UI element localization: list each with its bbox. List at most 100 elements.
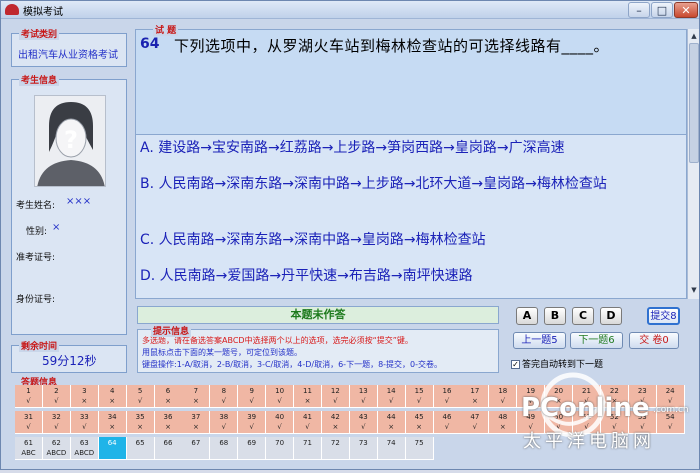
question-scrollbar[interactable]: ▲ ▼ [687,29,699,299]
minimize-button[interactable]: – [628,2,650,18]
question-cell[interactable]: 70 [266,437,295,460]
exam-window: 模拟考试 – □ ✕ 出租汽车从业资格考试 考试类别 ? 考生姓名: ××× 性… [0,0,700,470]
question-cell[interactable]: 10 √ [266,385,295,408]
question-cell[interactable]: 35 × [126,411,155,434]
question-cell[interactable]: 43 √ [349,411,378,434]
question-cell[interactable]: 31 √ [15,411,43,434]
question-cell[interactable]: 6 × [154,385,183,408]
question-cell-number: 38 [219,413,229,421]
question-cell[interactable]: 34 × [98,411,127,434]
hint-line-3: 键盘操作:1-A/取消，2-B/取消，3-C/取消，4-D/取消，6-下一题，8… [142,360,443,369]
submit-button[interactable]: 提交8 [647,307,680,325]
option-a[interactable]: A. 建设路→宝安南路→红荔路→上步路→笋岗西路→皇岗路→广深高速 [140,139,680,158]
scroll-down-icon[interactable]: ▼ [689,285,699,295]
title-bar: 模拟考试 – □ ✕ [1,1,699,19]
maximize-button[interactable]: □ [651,2,673,18]
answer-a-button[interactable]: A [516,307,538,325]
question-cell[interactable]: 2 √ [42,385,71,408]
question-cell[interactable]: 7 × [182,385,211,408]
question-cell[interactable]: 66 [154,437,183,460]
question-label: 试 题 [153,23,179,36]
question-cell[interactable]: 71 [294,437,322,460]
question-cell-number: 2 [54,387,59,395]
question-cell[interactable]: 73 [349,437,378,460]
auto-next-checkbox[interactable]: ✓ 答完自动转到下一题 [511,357,603,370]
watermark-cn: 太平洋电脑网 [523,431,655,452]
checkbox-checked-icon[interactable]: ✓ [511,360,520,369]
question-cell[interactable]: 37 × [182,411,211,434]
question-cell[interactable]: 32 √ [42,411,71,434]
question-cell-number: 71 [303,439,312,447]
gender-value: × [52,222,61,233]
question-cell[interactable]: 61 ABC [15,437,43,460]
question-cell[interactable]: 42 × [321,411,350,434]
question-cell[interactable]: 12 √ [321,385,350,408]
question-cell[interactable]: 5 √ [126,385,155,408]
question-cell[interactable]: 11 × [294,385,322,408]
question-cell[interactable]: 3 × [70,385,99,408]
hand-in-button[interactable]: 交 卷0 [629,332,679,349]
question-cell[interactable]: 36 × [154,411,183,434]
question-cell[interactable]: 33 √ [70,411,99,434]
question-cell[interactable]: 69 [238,437,267,460]
question-cell[interactable]: 1 √ [15,385,43,408]
answer-status: 本题未作答 [137,306,499,324]
question-cell[interactable]: 41 √ [294,411,322,434]
question-cell-answer: × [304,397,311,405]
question-cell[interactable]: 16 √ [433,385,462,408]
question-cell[interactable]: 14 √ [377,385,406,408]
question-cell-number: 46 [442,413,452,421]
question-cell[interactable]: 46 √ [433,411,462,434]
question-cell[interactable]: 68 [210,437,239,460]
question-cell[interactable]: 47 √ [461,411,490,434]
question-cell[interactable]: 64 [98,437,127,460]
answer-d-button[interactable]: D [600,307,622,325]
scroll-up-icon[interactable]: ▲ [689,31,699,41]
question-text: 下列选项中，从罗湖火车站到梅林检查站的可选择线路有____。 [174,37,610,55]
option-c[interactable]: C. 人民南路→深南东路→深南中路→皇岗路→梅林检查站 [140,231,680,250]
question-cell-number: 32 [51,413,61,421]
question-cell-number: 74 [386,439,396,447]
question-cell[interactable]: 62 ABCD [42,437,71,460]
prev-question-button[interactable]: 上一题5 [513,332,566,349]
question-cell[interactable]: 13 √ [349,385,378,408]
question-cell[interactable]: 63 ABCD [70,437,99,460]
question-cell-answer: √ [249,397,254,405]
question-cell[interactable]: 9 √ [238,385,267,408]
question-cell[interactable]: 75 [405,437,434,460]
question-cell-number: 61 [24,439,33,447]
next-question-button[interactable]: 下一题6 [570,332,623,349]
question-cell-answer: ABC [21,449,36,457]
question-cell-answer: × [165,397,171,405]
question-cell[interactable]: 4 × [98,385,127,408]
question-cell-number: 62 [51,439,61,447]
question-cell[interactable]: 72 [321,437,350,460]
question-cell-answer: √ [388,397,394,405]
question-cell-number: 13 [358,387,368,395]
option-b[interactable]: B. 人民南路→深南东路→深南中路→上步路→北环大道→皇岗路→梅林检查站 [140,175,680,194]
watermark-suffix: .com.cn [653,405,689,415]
question-cell[interactable]: 74 [377,437,406,460]
hint-label: 提示信息 [151,324,192,337]
question-cell[interactable]: 15 √ [405,385,434,408]
scroll-thumb[interactable] [689,43,699,163]
question-cell[interactable]: 67 [182,437,211,460]
question-cell[interactable]: 40 √ [266,411,295,434]
question-cell-number: 44 [386,413,396,421]
close-button[interactable]: ✕ [674,2,698,18]
question-cell[interactable]: 38 √ [210,411,239,434]
question-cell-number: 65 [135,439,145,447]
question-cell[interactable]: 45 × [405,411,434,434]
question-cell[interactable]: 44 × [377,411,406,434]
hint-line-2: 用鼠标点击下面的某一题号，可定位到该题。 [142,348,302,357]
question-cell-number: 6 [165,387,171,395]
question-cell-number: 5 [137,387,143,395]
window-title: 模拟考试 [23,7,63,18]
answer-c-button[interactable]: C [572,307,594,325]
question-cell[interactable]: 65 [126,437,155,460]
option-d[interactable]: D. 人民南路→爱国路→丹平快速→布吉路→南坪快速路 [140,267,680,286]
answer-b-button[interactable]: B [544,307,566,325]
question-cell[interactable]: 17 × [461,385,490,408]
question-cell[interactable]: 8 √ [210,385,239,408]
question-cell[interactable]: 39 √ [238,411,267,434]
